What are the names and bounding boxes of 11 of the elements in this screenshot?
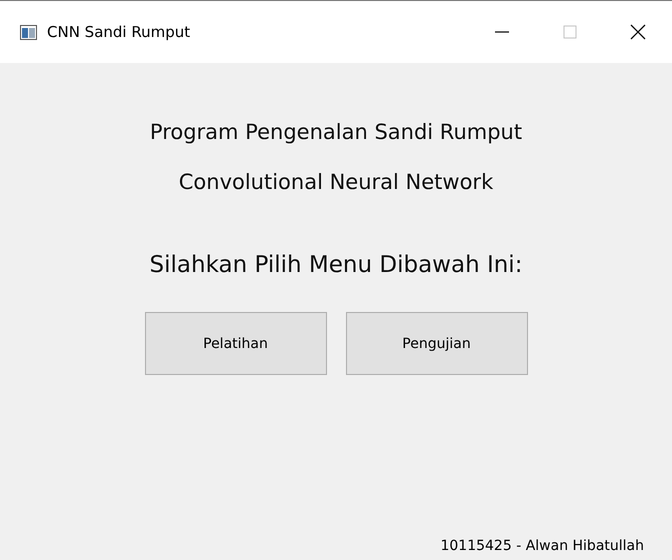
minimize-icon <box>494 31 510 33</box>
menu-button[interactable]: Pengujian <box>346 312 528 375</box>
menu-button[interactable]: Pelatihan <box>144 312 326 375</box>
heading-text: Program Pengenalan Sandi Rumput <box>150 120 522 144</box>
author-text: 10115425 - Alwan Hibatullah <box>440 538 644 554</box>
heading-text: Convolutional Neural Network <box>178 170 494 194</box>
maximize-icon <box>563 25 577 39</box>
prompt-text: Silahkan Pilih Menu Dibawah Ini: <box>150 252 522 278</box>
app-icon <box>20 24 37 40</box>
close-icon <box>629 23 647 41</box>
window-title: CNN Sandi Rumput <box>47 23 192 41</box>
